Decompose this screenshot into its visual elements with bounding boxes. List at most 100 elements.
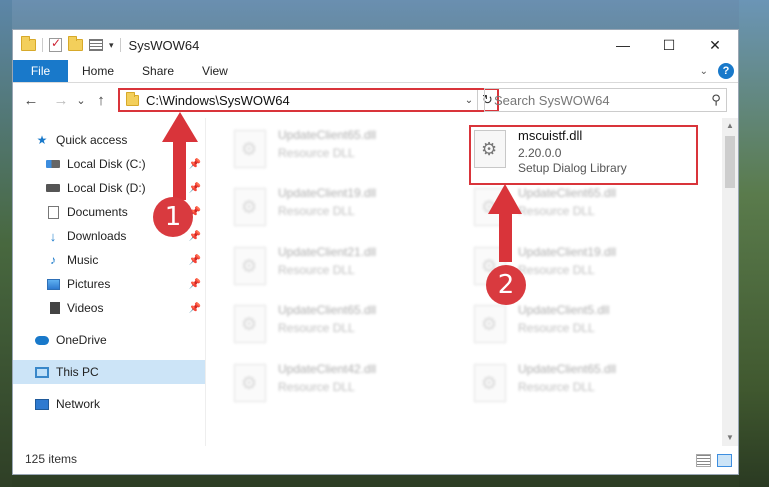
file-description: Resource DLL <box>278 146 355 160</box>
file-explorer-window: ▾ SysWOW64 — ☐ ✕ File Home Share View ⌄ … <box>12 29 739 475</box>
file-item[interactable]: UpdateClient65.dll Resource DLL <box>234 301 454 345</box>
drive-c-icon <box>46 157 60 171</box>
window-title: SysWOW64 <box>128 37 200 53</box>
sidebar-item-label: Local Disk (D:) <box>67 181 146 195</box>
pictures-icon <box>46 277 60 291</box>
file-item[interactable]: UpdateClient42.dll Resource DLL <box>234 360 454 404</box>
step-1-badge: 1 <box>153 197 193 237</box>
pin-icon: 📌 <box>188 254 201 266</box>
dll-file-icon <box>234 188 266 226</box>
sidebar-item-local-disk-c[interactable]: Local Disk (C:) 📌 <box>13 152 205 176</box>
close-button[interactable]: ✕ <box>692 30 738 60</box>
sidebar-item-label: Pictures <box>67 277 111 291</box>
address-dropdown-chevron-icon[interactable]: ⌄ <box>461 95 477 106</box>
details-view-icon[interactable] <box>696 454 711 467</box>
navigation-pane: ★ Quick access Local Disk (C:) 📌 Local D… <box>13 118 206 446</box>
dll-file-icon <box>474 305 506 343</box>
file-item[interactable]: UpdateClient65.dll Resource DLL <box>234 126 454 170</box>
tab-share[interactable]: Share <box>128 60 188 82</box>
sidebar-item-onedrive[interactable]: OneDrive <box>13 328 205 352</box>
sidebar-item-pictures[interactable]: Pictures 📌 <box>13 272 205 296</box>
expand-ribbon-chevron-icon[interactable]: ⌄ <box>700 66 708 77</box>
sidebar-item-label: Network <box>56 397 101 411</box>
file-description: Resource DLL <box>518 321 595 335</box>
search-input[interactable]: Search SysWOW64 <box>485 93 706 108</box>
file-name: UpdateClient65.dll <box>278 128 377 142</box>
desktop-background-right <box>739 0 769 487</box>
dll-file-icon <box>234 247 266 285</box>
desktop-background-left <box>0 0 12 487</box>
sidebar-item-label: OneDrive <box>56 333 107 347</box>
file-item[interactable]: UpdateClient65.dll Resource DLL <box>474 184 694 228</box>
highlight-box <box>469 125 698 185</box>
file-description: Resource DLL <box>518 204 595 218</box>
sidebar-item-videos[interactable]: Videos 📌 <box>13 296 205 320</box>
file-list: UpdateClient65.dll Resource DLL UpdateCl… <box>206 118 738 446</box>
sidebar-item-music[interactable]: ♪ Music 📌 <box>13 248 205 272</box>
documents-icon <box>46 205 60 219</box>
pin-icon: 📌 <box>188 302 201 314</box>
status-bar: 125 items <box>13 444 738 474</box>
maximize-button[interactable]: ☐ <box>646 30 692 60</box>
file-description: Resource DLL <box>518 263 595 277</box>
sidebar-item-label: Quick access <box>56 133 128 147</box>
customize-toolbar-chevron-icon[interactable]: ▾ <box>109 40 114 51</box>
dll-file-icon <box>234 364 266 402</box>
help-icon[interactable]: ? <box>718 63 734 79</box>
file-name: UpdateClient5.dll <box>518 303 610 317</box>
search-box[interactable]: Search SysWOW64 ⚲ <box>484 88 727 112</box>
properties-check-icon[interactable] <box>49 36 62 52</box>
view-toggle <box>696 454 732 467</box>
dll-file-icon <box>474 364 506 402</box>
new-folder-icon[interactable] <box>68 36 83 51</box>
file-name: UpdateClient65.dll <box>278 303 377 317</box>
file-description: Resource DLL <box>278 321 355 335</box>
address-path[interactable]: C:\Windows\SysWOW64 <box>146 93 461 108</box>
file-name: UpdateClient19.dll <box>278 186 377 200</box>
divider <box>119 38 121 52</box>
search-icon[interactable]: ⚲ <box>706 92 726 108</box>
file-description: Resource DLL <box>278 204 355 218</box>
file-description: Resource DLL <box>518 380 595 394</box>
sidebar-item-label: Music <box>67 253 99 267</box>
tiles-view-icon[interactable] <box>717 454 732 467</box>
tab-file[interactable]: File <box>13 60 68 82</box>
sidebar-item-label: This PC <box>56 365 99 379</box>
sidebar-item-label: Local Disk (C:) <box>67 157 146 171</box>
sidebar-item-label: Videos <box>67 301 104 315</box>
scrollbar-thumb[interactable] <box>725 136 735 188</box>
tab-home[interactable]: Home <box>68 60 128 82</box>
dll-file-icon <box>234 130 266 168</box>
sidebar-item-quick-access[interactable]: ★ Quick access <box>13 128 205 152</box>
drive-icon <box>46 181 60 195</box>
tab-view[interactable]: View <box>188 60 242 82</box>
vertical-scrollbar[interactable]: ▲ ▼ <box>722 118 738 446</box>
sidebar-item-label: Documents <box>67 205 128 219</box>
file-item[interactable]: UpdateClient65.dll Resource DLL <box>474 360 694 404</box>
file-item[interactable]: UpdateClient19.dll Resource DLL <box>234 184 454 228</box>
file-item[interactable]: UpdateClient5.dll Resource DLL <box>474 301 694 345</box>
onedrive-cloud-icon <box>35 333 49 347</box>
pin-icon: 📌 <box>188 182 201 194</box>
folder-icon <box>21 36 36 51</box>
minimize-button[interactable]: — <box>600 30 646 60</box>
sidebar-item-this-pc[interactable]: This PC <box>13 360 205 384</box>
forward-button[interactable]: → <box>51 92 71 109</box>
address-bar[interactable]: C:\Windows\SysWOW64 ⌄ ↻ <box>118 88 499 112</box>
file-name: UpdateClient42.dll <box>278 362 377 376</box>
up-button[interactable]: ↑ <box>91 92 111 109</box>
file-item[interactable]: UpdateClient21.dll Resource DLL <box>234 243 454 287</box>
folder-icon <box>126 91 139 106</box>
navigation-bar: ← → ⌄ ↑ C:\Windows\SysWOW64 ⌄ ↻ Search S… <box>13 83 738 117</box>
file-name: UpdateClient19.dll <box>518 245 617 259</box>
recent-locations-chevron-icon[interactable]: ⌄ <box>71 94 91 107</box>
sidebar-item-network[interactable]: Network <box>13 392 205 416</box>
file-name: UpdateClient21.dll <box>278 245 377 259</box>
sidebar-item-label: Downloads <box>67 229 127 243</box>
pin-icon: 📌 <box>188 158 201 170</box>
videos-icon <box>46 301 60 315</box>
ribbon-tabs: File Home Share View ⌄ ? <box>13 60 738 83</box>
scroll-up-arrow-icon[interactable]: ▲ <box>722 118 738 134</box>
back-button[interactable]: ← <box>21 92 41 109</box>
properties-icon[interactable] <box>89 39 103 51</box>
